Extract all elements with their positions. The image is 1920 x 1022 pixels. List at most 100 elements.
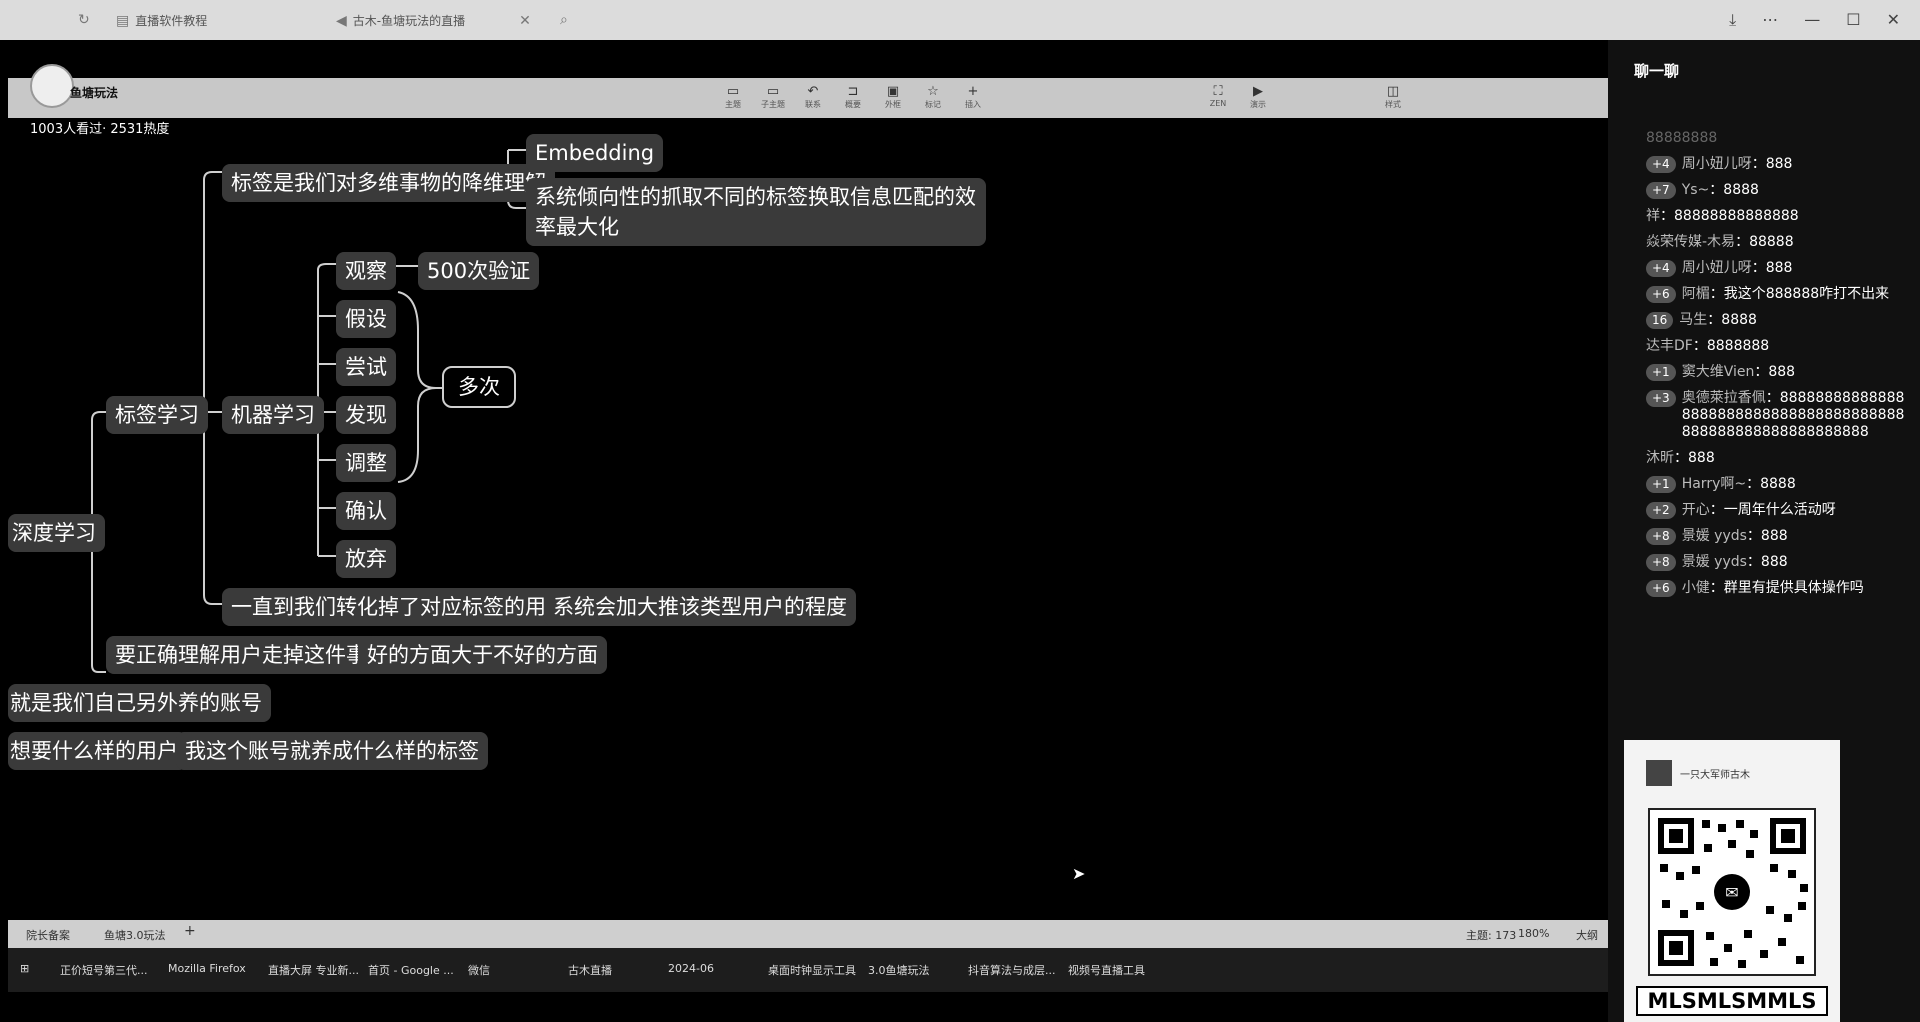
chat-username[interactable]: 奥德萊拉香佩 bbox=[1682, 390, 1766, 406]
node-machine-learning[interactable]: 机器学习 bbox=[222, 396, 324, 434]
search-icon[interactable]: ⌕ bbox=[560, 12, 568, 28]
chat-separator: ： bbox=[1751, 260, 1766, 276]
toolbar-boundary[interactable]: ▣ 外框 bbox=[878, 84, 908, 110]
node-raise-label[interactable]: 我这个账号就养成什么样的标签 bbox=[176, 732, 488, 770]
node-observe[interactable]: 观察 bbox=[336, 252, 396, 290]
node-confirm[interactable]: 确认 bbox=[336, 492, 396, 530]
refresh-icon[interactable]: ↻ bbox=[78, 12, 90, 28]
streamer-name: 鱼塘玩法 bbox=[70, 86, 119, 100]
chat-message-list: 88888888 +4 周小妞儿呀：888 +7 Ys~：8888 祥：888888888… bbox=[1646, 130, 1908, 606]
windows-start-icon[interactable]: ⊞ bbox=[20, 962, 29, 975]
toolbar-insert[interactable]: + 插入 bbox=[958, 84, 988, 110]
chat-username[interactable]: Ys~ bbox=[1682, 182, 1710, 198]
outline-toggle[interactable]: 大纲 bbox=[1576, 927, 1598, 943]
toolbar-zen[interactable]: ⛶ ZEN bbox=[1203, 84, 1233, 108]
chat-text: 88888888 bbox=[1646, 130, 1718, 146]
doc-icon: ▤ bbox=[116, 12, 130, 29]
node-embedding[interactable]: Embedding bbox=[526, 134, 664, 172]
sheet-tab-1[interactable]: 院长备案 bbox=[26, 927, 70, 943]
fan-level-badge: +6 bbox=[1646, 580, 1676, 597]
chat-username[interactable]: 周小妞儿呀 bbox=[1682, 156, 1752, 172]
taskbar-item-9[interactable]: 3.0鱼塘玩法 bbox=[868, 962, 930, 978]
chat-text: 88888888888888 bbox=[1674, 208, 1799, 224]
chat-username[interactable]: 沐昕 bbox=[1646, 450, 1674, 466]
node-many-times[interactable]: 多次 bbox=[442, 366, 516, 408]
chat-message: +3 奥德萊拉香佩：8888888888888888888888888888888… bbox=[1646, 390, 1908, 441]
chat-username[interactable]: 马生 bbox=[1679, 312, 1707, 328]
node-until-convert[interactable]: 一直到我们转化掉了对应标签的用户 bbox=[222, 588, 576, 626]
chat-separator: ： bbox=[1746, 476, 1761, 492]
taskbar-item-10[interactable]: 抖音算法与成层... bbox=[968, 962, 1056, 978]
taskbar-item-4[interactable]: 首页 - Google ... bbox=[368, 962, 454, 978]
chat-username[interactable]: 周小妞儿呀 bbox=[1682, 260, 1752, 276]
taskbar-item-7[interactable]: 2024-06 bbox=[668, 962, 714, 975]
sheet-tab-2[interactable]: 鱼塘3.0玩法 bbox=[104, 927, 166, 943]
node-try[interactable]: 尝试 bbox=[336, 348, 396, 386]
toolbar-marker[interactable]: ☆ 标记 bbox=[918, 84, 948, 110]
more-icon[interactable]: ⋯ bbox=[1762, 10, 1778, 30]
chat-separator: ： bbox=[1660, 208, 1674, 224]
node-own-account[interactable]: 就是我们自己另外养的账号 bbox=[8, 684, 271, 722]
chat-username[interactable]: 小健 bbox=[1682, 580, 1710, 596]
toolbar-topic[interactable]: ▭ 主题 bbox=[718, 84, 748, 110]
node-system-grab[interactable]: 系统倾向性的抓取不同的标签换取信息匹配的效率最大化 bbox=[526, 178, 986, 246]
taskbar-item-8[interactable]: 桌面时钟显示工具 bbox=[768, 962, 856, 978]
taskbar-item-5[interactable]: 微信 bbox=[468, 962, 490, 978]
chat-username[interactable]: 祥 bbox=[1646, 208, 1660, 224]
chat-text: 888 bbox=[1688, 450, 1715, 466]
node-dim-reduce[interactable]: 标签是我们对多维事物的降维理解 bbox=[222, 164, 555, 202]
download-icon[interactable]: ⤓ bbox=[1729, 10, 1736, 30]
chat-username[interactable]: 景媛 yyds bbox=[1682, 528, 1747, 544]
browser-tab-2[interactable]: ◀ 古木-鱼塘玩法的直播 ✕ bbox=[336, 12, 531, 29]
chat-username[interactable]: 达丰DF bbox=[1646, 338, 1693, 354]
chat-username[interactable]: 窦大维Vien bbox=[1682, 364, 1755, 380]
toolbar-present[interactable]: ▶ 演示 bbox=[1243, 84, 1273, 110]
taskbar-item-3[interactable]: 直播大屏 专业新... bbox=[268, 962, 359, 978]
chat-text: 888 bbox=[1760, 528, 1788, 544]
toolbar-style[interactable]: ◫ 样式 bbox=[1378, 84, 1408, 110]
chat-username[interactable]: 景媛 yyds bbox=[1682, 554, 1747, 570]
browser-tab-1[interactable]: ▤ 直播软件教程 bbox=[116, 12, 207, 29]
node-discover[interactable]: 发现 bbox=[336, 396, 396, 434]
node-good-over-bad[interactable]: 好的方面大于不好的方面 bbox=[358, 636, 607, 674]
qr-card: 一只大军师古木 ✉ MLSMLSMMLS bbox=[1624, 740, 1840, 1022]
chat-message-body: 祥：88888888888888 bbox=[1646, 208, 1799, 225]
qr-code-image: ✉ bbox=[1658, 818, 1808, 968]
chat-message-body: 达丰DF：8888888 bbox=[1646, 338, 1769, 355]
toolbar-relation[interactable]: ↶ 联系 bbox=[798, 84, 828, 110]
node-system-push[interactable]: 系统会加大推该类型用户的程度 bbox=[544, 588, 856, 626]
add-sheet-icon[interactable]: + bbox=[184, 923, 196, 939]
chat-username[interactable]: 阿楣 bbox=[1682, 286, 1710, 302]
chat-text: 8888 bbox=[1721, 312, 1757, 328]
toolbar-summary[interactable]: ⊐ 概要 bbox=[838, 84, 868, 110]
taskbar-item-1[interactable]: 正价短号第三代... bbox=[60, 962, 148, 978]
taskbar-item-11[interactable]: 视频号直播工具 bbox=[1068, 962, 1145, 978]
chat-message-body: 周小妞儿呀：888 bbox=[1682, 260, 1793, 277]
toolbar-subtopic[interactable]: ▭ 子主题 bbox=[758, 84, 788, 110]
zoom-level[interactable]: 180% bbox=[1518, 927, 1549, 940]
chat-message: 达丰DF：8888888 bbox=[1646, 338, 1908, 355]
node-500-verify[interactable]: 500次验证 bbox=[418, 252, 540, 290]
node-abandon[interactable]: 放弃 bbox=[336, 540, 396, 578]
node-root[interactable]: 深度学习 bbox=[8, 514, 105, 552]
node-hypothesis[interactable]: 假设 bbox=[336, 300, 396, 338]
node-understand-leave[interactable]: 要正确理解用户走掉这件事 bbox=[106, 636, 376, 674]
chat-username[interactable]: Harry啊~ bbox=[1682, 476, 1746, 492]
streamer-avatar[interactable] bbox=[30, 64, 74, 108]
node-want-users[interactable]: 想要什么样的用户 bbox=[8, 732, 187, 770]
taskbar-item-6[interactable]: 古木直播 bbox=[568, 962, 612, 978]
fan-level-badge: +4 bbox=[1646, 156, 1676, 173]
node-label-learning[interactable]: 标签学习 bbox=[106, 396, 208, 434]
node-adjust[interactable]: 调整 bbox=[336, 444, 396, 482]
chat-username[interactable]: 焱荣传媒-木易 bbox=[1646, 234, 1735, 250]
minimize-icon[interactable]: — bbox=[1804, 10, 1820, 30]
taskbar-item-2[interactable]: Mozilla Firefox bbox=[168, 962, 246, 975]
fan-level-badge: 16 bbox=[1646, 312, 1674, 329]
chat-message-body: 窦大维Vien：888 bbox=[1682, 364, 1795, 381]
chat-username[interactable]: 开心 bbox=[1682, 502, 1710, 518]
chat-message: 16 马生：8888 bbox=[1646, 312, 1908, 329]
maximize-icon[interactable]: ☐ bbox=[1846, 10, 1860, 30]
close-icon[interactable]: ✕ bbox=[1887, 10, 1900, 30]
chat-separator: ： bbox=[1754, 364, 1769, 380]
close-tab-icon[interactable]: ✕ bbox=[519, 13, 531, 29]
